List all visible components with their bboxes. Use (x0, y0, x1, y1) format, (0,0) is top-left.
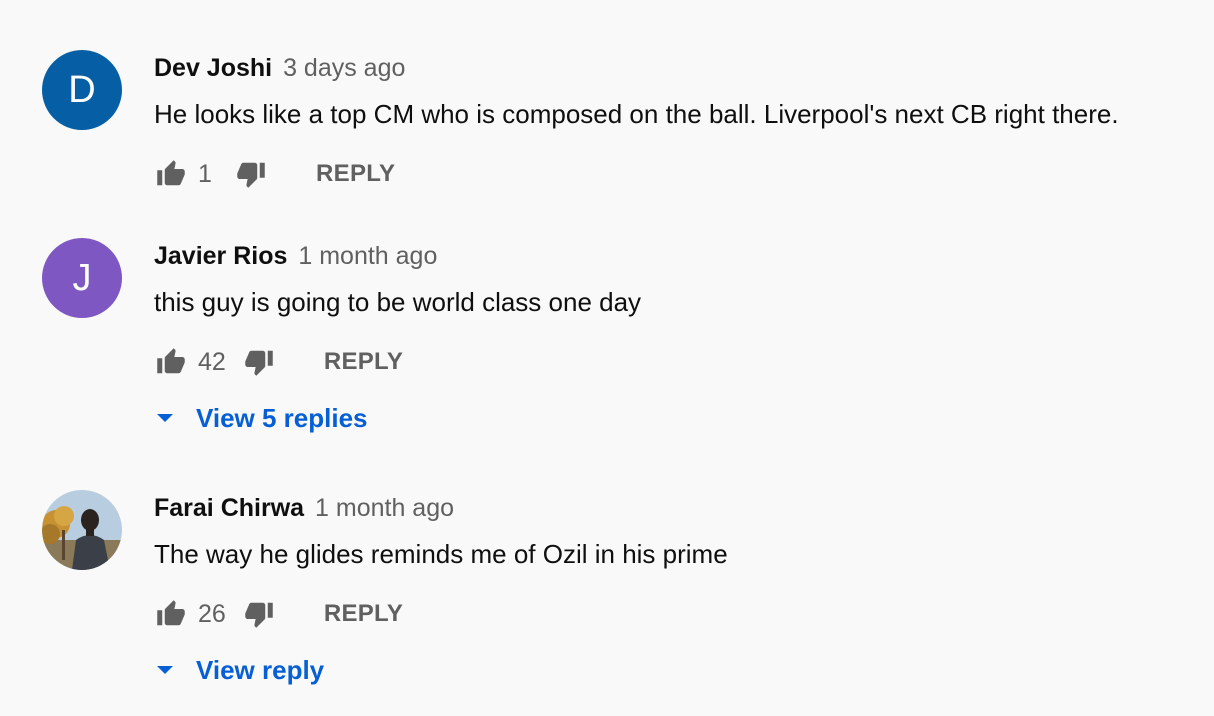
thumbs-up-icon (157, 348, 185, 374)
author-name[interactable]: Farai Chirwa (154, 494, 304, 522)
like-button[interactable] (154, 597, 188, 631)
comment-text: this guy is going to be world class one … (154, 287, 642, 317)
avatar[interactable] (42, 490, 122, 570)
like-button[interactable] (154, 345, 188, 379)
author-name[interactable]: Dev Joshi (154, 54, 272, 82)
dislike-button[interactable] (234, 157, 268, 191)
comment-actions: 42 REPLY (154, 344, 403, 380)
like-count: 42 (198, 347, 226, 376)
thumbs-up-icon (157, 160, 185, 186)
view-replies-label: View 5 replies (196, 402, 368, 433)
comment-timestamp[interactable]: 3 days ago (283, 54, 405, 82)
view-replies-button[interactable]: View 5 replies (150, 398, 368, 438)
comment-header: Farai Chirwa 1 month ago (154, 492, 454, 524)
reply-button[interactable]: REPLY (324, 600, 403, 628)
avatar[interactable]: D (42, 50, 122, 130)
author-name[interactable]: Javier Rios (154, 242, 287, 270)
comment-text: He looks like a top CM who is composed o… (154, 99, 1119, 129)
dislike-button[interactable] (242, 345, 276, 379)
view-replies-button[interactable]: View reply (150, 650, 324, 690)
avatar-letter: J (72, 256, 92, 299)
thumbs-down-icon (237, 162, 265, 188)
comment-timestamp[interactable]: 1 month ago (315, 494, 454, 522)
thumbs-down-icon (245, 602, 273, 628)
reply-button[interactable]: REPLY (324, 348, 403, 376)
profile-photo-icon (42, 490, 122, 570)
view-replies-label: View reply (196, 654, 325, 685)
dislike-button[interactable] (242, 597, 276, 631)
comment-actions: 1 REPLY (154, 156, 395, 192)
avatar[interactable]: J (42, 238, 122, 318)
caret-down-icon (150, 403, 180, 433)
like-button[interactable] (154, 157, 188, 191)
comment-timestamp[interactable]: 1 month ago (298, 242, 437, 270)
reply-button[interactable]: REPLY (316, 160, 395, 188)
comment-actions: 26 REPLY (154, 596, 403, 632)
comment-header: Dev Joshi 3 days ago (154, 52, 405, 84)
comment-header: Javier Rios 1 month ago (154, 240, 437, 272)
comment-text: The way he glides reminds me of Ozil in … (154, 539, 728, 569)
like-count: 1 (198, 159, 212, 188)
like-count: 26 (198, 599, 226, 628)
caret-down-icon (150, 655, 180, 685)
thumbs-up-icon (157, 600, 185, 626)
avatar-letter: D (68, 68, 96, 111)
thumbs-down-icon (245, 350, 273, 376)
